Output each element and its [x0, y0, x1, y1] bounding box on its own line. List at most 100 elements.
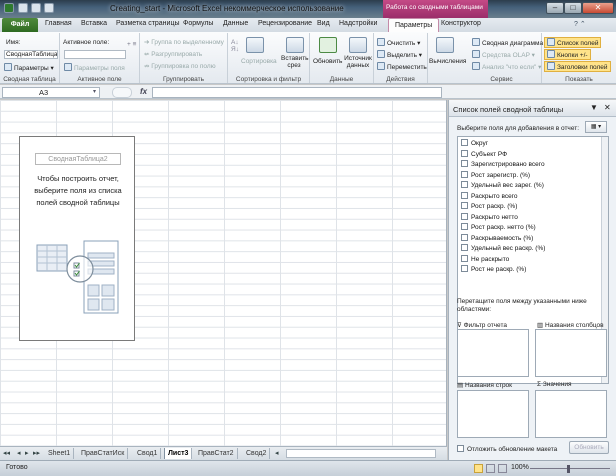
insert-slicer-button[interactable]: Вставить срез: [281, 55, 309, 69]
clear-button[interactable]: Очистить ▾: [377, 38, 420, 47]
field-item[interactable]: Зарегистрировано всего: [461, 160, 545, 168]
ungroup-button[interactable]: ⇍ Разгруппировать: [144, 50, 202, 58]
field-item[interactable]: Удельный вес зарег. (%): [461, 181, 544, 189]
maximize-button[interactable]: □: [564, 2, 582, 14]
field-checkbox[interactable]: [461, 233, 468, 241]
field-checkbox[interactable]: [461, 254, 468, 262]
group-selection-button[interactable]: ➔ Группа по выделенному: [144, 38, 224, 46]
redo-icon[interactable]: [44, 3, 54, 13]
page-break-view-icon[interactable]: [498, 464, 507, 473]
sheet-tab[interactable]: Sheet1: [45, 448, 75, 459]
prev-sheet-icon[interactable]: ◂: [17, 449, 21, 457]
field-checkbox[interactable]: [461, 223, 468, 230]
rows-drop-zone[interactable]: [457, 390, 529, 438]
field-settings-button[interactable]: Параметры поля: [64, 63, 125, 72]
field-item[interactable]: Субъект РФ: [461, 149, 507, 158]
expand-field-icon[interactable]: + ≡: [127, 41, 136, 48]
tab-insert[interactable]: Вставка: [81, 20, 107, 27]
update-button[interactable]: Обновить: [569, 441, 609, 454]
calculations-button[interactable]: Вычисления: [429, 58, 466, 65]
sheet-tab[interactable]: Свод1: [134, 448, 162, 459]
layout-options-icon[interactable]: ▦ ▾: [585, 121, 607, 133]
tab-design[interactable]: Конструктор: [441, 20, 481, 27]
tab-formulas[interactable]: Формулы: [183, 20, 213, 27]
formula-input[interactable]: [152, 87, 442, 98]
field-item[interactable]: Раскрыто всего: [461, 191, 518, 200]
field-item[interactable]: Округ: [461, 139, 488, 147]
field-checkbox[interactable]: [461, 149, 468, 157]
pane-close-icon[interactable]: ✕: [604, 103, 611, 112]
close-button[interactable]: ✕: [582, 2, 614, 14]
horizontal-scrollbar[interactable]: [286, 449, 436, 458]
tab-data[interactable]: Данные: [223, 20, 248, 27]
help-icon[interactable]: ? ⌃: [574, 20, 586, 28]
first-sheet-icon[interactable]: ◂◂: [3, 449, 10, 457]
field-checkbox[interactable]: [461, 191, 468, 199]
zoom-slider[interactable]: [530, 468, 610, 469]
field-checkbox[interactable]: [461, 170, 468, 178]
sheet-tab[interactable]: ПравСтат2: [195, 448, 238, 459]
field-checkbox[interactable]: [461, 160, 468, 167]
new-sheet-icon[interactable]: ◂: [275, 449, 279, 457]
field-item[interactable]: Не раскрыто: [461, 254, 509, 263]
olap-tools-button[interactable]: Средства OLAP ▾: [472, 50, 535, 59]
field-item[interactable]: Рост раскр. (%): [461, 202, 517, 210]
insert-function-icon[interactable]: fx: [140, 87, 147, 96]
data-source-button[interactable]: Источник данных: [344, 55, 372, 69]
field-item[interactable]: Рост раскр. нетто (%): [461, 223, 536, 231]
columns-drop-zone[interactable]: [535, 329, 607, 377]
last-sheet-icon[interactable]: ▸▸: [33, 449, 40, 457]
move-button[interactable]: Переместить: [377, 62, 427, 71]
field-checkbox[interactable]: [461, 212, 468, 220]
sort-button[interactable]: Сортировка: [241, 58, 277, 65]
pivot-table-placeholder[interactable]: СводнаяТаблица2 Чтобы построить отчет, в…: [19, 136, 135, 341]
pivot-chart-button[interactable]: Сводная диаграмма: [472, 38, 543, 47]
field-checkbox[interactable]: [461, 265, 468, 272]
pivot-name-input[interactable]: СводнаяТаблица2: [4, 50, 58, 59]
tab-page-layout[interactable]: Разметка страницы: [116, 20, 180, 27]
filter-drop-zone[interactable]: [457, 329, 529, 377]
what-if-button[interactable]: Анализ "что если" ▾: [472, 62, 541, 71]
tab-review[interactable]: Рецензирование: [258, 20, 312, 27]
normal-view-icon[interactable]: [474, 464, 483, 473]
field-list-toggle[interactable]: Список полей: [544, 37, 602, 48]
select-button[interactable]: Выделить ▾: [377, 50, 422, 59]
title-bar: Creating_start - Microsoft Excel некомме…: [0, 0, 616, 18]
save-icon[interactable]: [18, 3, 28, 13]
tab-view[interactable]: Вид: [317, 20, 330, 27]
buttons-toggle[interactable]: Кнопки +/-: [544, 49, 591, 60]
tab-file[interactable]: Файл: [2, 18, 38, 32]
zoom-slider-thumb[interactable]: [567, 465, 570, 473]
page-layout-view-icon[interactable]: [486, 464, 495, 473]
headers-toggle[interactable]: Заголовки полей: [544, 61, 611, 72]
tab-options[interactable]: Параметры: [388, 18, 440, 33]
sheet-tab[interactable]: Свод2: [243, 448, 271, 459]
field-item[interactable]: Рост не раскр. (%): [461, 265, 526, 273]
field-item[interactable]: Рост зарегистр. (%): [461, 170, 530, 179]
field-checkbox[interactable]: [461, 202, 468, 209]
field-item[interactable]: Раскрыто нетто: [461, 212, 518, 221]
next-sheet-icon[interactable]: ▸: [25, 449, 29, 457]
field-checkbox[interactable]: [461, 181, 468, 188]
sheet-tab[interactable]: ПравСтатИск: [78, 448, 129, 459]
sheet-tab-active[interactable]: Лист3: [164, 448, 193, 459]
tab-home[interactable]: Главная: [45, 20, 72, 27]
field-checkbox[interactable]: [461, 244, 468, 251]
values-drop-zone[interactable]: [535, 390, 607, 438]
name-box-dropdown-icon[interactable]: ▾: [93, 88, 96, 95]
group-field-button[interactable]: ⇏ Группировка по полю: [144, 62, 216, 70]
sort-az-icon[interactable]: A↓ Я↓: [231, 39, 239, 53]
field-item[interactable]: Раскрываемость (%): [461, 233, 533, 242]
refresh-button[interactable]: Обновить: [313, 58, 342, 65]
tab-addins[interactable]: Надстройки: [339, 20, 377, 27]
name-box[interactable]: A3: [2, 87, 100, 98]
active-field-input[interactable]: [64, 50, 126, 59]
zoom-level[interactable]: 100%: [511, 464, 529, 471]
field-checkbox[interactable]: [461, 139, 468, 146]
field-item[interactable]: Удельный вес раскр. (%): [461, 244, 545, 252]
pane-menu-icon[interactable]: ▼: [590, 103, 598, 112]
defer-update-checkbox[interactable]: Отложить обновление макета: [457, 445, 557, 453]
pivot-options-button[interactable]: Параметры ▾: [4, 63, 54, 72]
undo-icon[interactable]: [31, 3, 41, 13]
minimize-button[interactable]: –: [546, 2, 564, 14]
